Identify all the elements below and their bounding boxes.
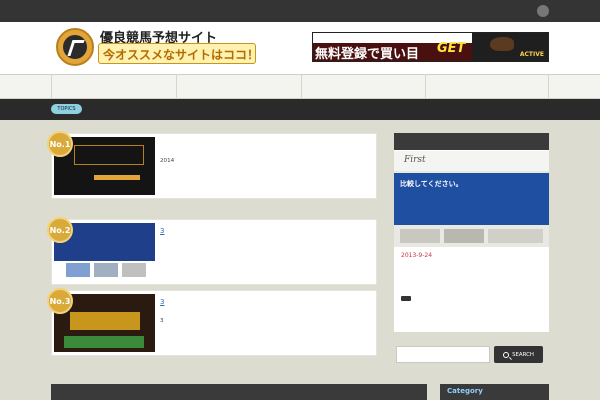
ad-banner[interactable]: 無料登録で買い目 GET ACTIVE [312,32,549,62]
rank-badge-3: No.3 [47,288,73,314]
site-subtitle: 今オススメなサイトはココ！ [98,43,256,64]
search-input[interactable] [396,346,490,363]
post-line-1-1: 2014 [160,158,175,164]
more-arrow-icon[interactable] [401,296,411,301]
sidebar-featured-heading [394,133,549,150]
nav-item-1[interactable] [51,74,176,99]
search-button-label: SEARCH [512,351,534,358]
banner-brand: ACTIVE [519,51,544,58]
site-tagline [50,5,390,16]
rank-badge-2: No.2 [47,217,73,243]
category-heading: Category [440,384,549,400]
featured-image[interactable]: First 比較してください。 [394,151,549,247]
nav-item-2[interactable] [176,74,301,99]
featured-date: 2013-9-24 [401,252,433,259]
rss-icon[interactable] [537,5,549,17]
nav-item-3[interactable] [301,74,425,99]
search-button[interactable]: SEARCH [494,346,543,363]
nav-item-4[interactable] [425,74,549,99]
banner-get-text: GET [437,41,466,56]
post-title-3[interactable]: 3 [160,298,164,306]
footer-section-heading [51,384,427,400]
logo-emblem-icon[interactable] [56,28,94,66]
featured-image-caption: 比較してください。 [400,180,463,188]
featured-excerpt [401,281,541,289]
post-title-2[interactable]: 3 [160,227,164,235]
banner-main-text: 無料登録で買い目 [315,47,420,62]
rank-badge-1: No.1 [47,131,73,157]
topics-ticker [0,99,600,120]
search-icon [503,351,510,358]
topics-label: TOPICS [51,104,82,114]
post-line-3-1: 3 [160,318,164,324]
